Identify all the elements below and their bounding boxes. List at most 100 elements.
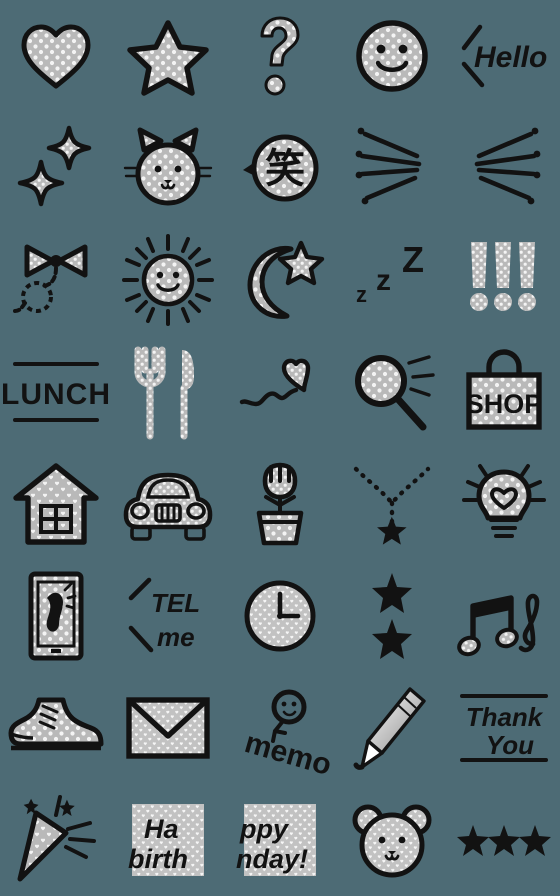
z-small: z [356, 282, 367, 307]
note-head-left [457, 635, 481, 657]
balloon [271, 689, 307, 725]
popper-star-right [59, 799, 75, 817]
focus-line-group [474, 131, 537, 201]
me-label: me [157, 622, 195, 652]
sticker-magnifier[interactable] [336, 336, 448, 448]
sparkle-small [17, 159, 65, 207]
balloon-mouth [282, 710, 297, 717]
star-top [372, 573, 412, 613]
squiggly-string [239, 387, 299, 407]
bear-eye-right [398, 836, 406, 844]
sticker-shop-bag[interactable]: SHOP [448, 336, 560, 448]
thank-label: Thank [466, 702, 544, 732]
sticker-laugh-bubble[interactable]: 笑 [224, 112, 336, 224]
star-bottom [372, 619, 412, 659]
birthday-line3: ppy [239, 814, 290, 844]
sticker-moon-star[interactable] [224, 224, 336, 336]
sticker-sneaker[interactable] [0, 672, 112, 784]
sticker-potted-tulip[interactable] [224, 448, 336, 560]
sticker-heart-balloon[interactable] [224, 336, 336, 448]
sticker-hello-text[interactable]: Hello [448, 0, 560, 112]
tel-label: TEL [151, 588, 200, 618]
star-shape [127, 20, 209, 96]
sticker-house[interactable] [0, 448, 112, 560]
memo-label: memo [241, 726, 335, 782]
phone-button [51, 649, 61, 653]
sticker-cat-face[interactable] [112, 112, 224, 224]
bracket-bottom [128, 625, 154, 653]
lunch-label: LUNCH [1, 378, 111, 411]
car-wheel-left [130, 525, 152, 541]
cat-eye-right [174, 165, 182, 173]
z-mid: z [376, 264, 391, 297]
sticker-pen[interactable] [336, 672, 448, 784]
sticker-star[interactable] [112, 0, 224, 112]
sticker-fork-knife[interactable] [112, 336, 224, 448]
birthday-line2: birth [128, 844, 188, 874]
sticker-two-stars[interactable] [336, 560, 448, 672]
birthday-line4: nday! [236, 844, 308, 874]
sticker-focus-lines-right[interactable] [336, 112, 448, 224]
laugh-kanji: 笑 [265, 147, 305, 191]
sticker-ribbon-bow[interactable] [0, 224, 112, 336]
bow-knot [50, 255, 62, 267]
sticker-birthday-left[interactable]: Ha birth [112, 784, 224, 896]
necklace-star [377, 516, 407, 545]
car-wheel-right [184, 525, 206, 541]
sticker-three-stars[interactable] [448, 784, 560, 896]
focus-dot-group [527, 127, 541, 205]
sticker-lunch-text[interactable]: LUNCH [0, 336, 112, 448]
sticker-bear-face[interactable] [336, 784, 448, 896]
sticker-heart[interactable] [0, 0, 112, 112]
sticker-birthday-right[interactable]: ppy nday! [224, 784, 336, 896]
shop-label: SHOP [466, 389, 543, 419]
sticker-star-necklace[interactable] [336, 448, 448, 560]
hello-label: Hello [474, 41, 547, 74]
sticker-party-popper[interactable] [0, 784, 112, 896]
sticker-sun-face[interactable] [112, 224, 224, 336]
bracket-top [128, 577, 152, 601]
pen-barrel [366, 687, 426, 755]
sticker-car[interactable] [112, 448, 224, 560]
clock-center [277, 613, 283, 619]
sticker-envelope[interactable] [112, 672, 224, 784]
sticker-smiley-face[interactable] [336, 0, 448, 112]
sticker-sheet: Hello 笑 z z Z LUNCH SHOP TEL me memo Tha… [0, 0, 560, 896]
popper-cone [17, 810, 69, 882]
sticker-exclamation-trio[interactable] [448, 224, 560, 336]
sticker-music-notes[interactable] [448, 560, 560, 672]
sticker-tel-me-text[interactable]: TEL me [112, 560, 224, 672]
sticker-clock[interactable] [224, 560, 336, 672]
balloon-eye-left [281, 701, 287, 707]
bow-loop [21, 281, 53, 313]
sun-eye-right [172, 271, 180, 279]
sticker-question-mark[interactable] [224, 0, 336, 112]
bulb-base [489, 518, 519, 538]
sticker-idea-bulb[interactable] [448, 448, 560, 560]
magnifier-shine [407, 355, 435, 397]
smiley-eye-right [398, 44, 408, 54]
star-left [457, 825, 489, 856]
pen-stroke [353, 762, 365, 770]
necklace-chain [353, 466, 431, 507]
sticker-sleeping-zzz[interactable]: z z Z [336, 224, 448, 336]
cat-head [135, 142, 201, 206]
sticker-sparkles[interactable] [0, 112, 112, 224]
magnifier-handle [393, 394, 427, 431]
sticker-phone-ringing[interactable] [0, 560, 112, 672]
exclamation-group [470, 242, 536, 311]
sun-eye-left [156, 271, 164, 279]
question-curve [260, 16, 300, 67]
cat-eye-left [154, 165, 162, 173]
focus-dot-group [355, 127, 369, 205]
knife-blade [182, 350, 194, 390]
sticker-thank-you-text[interactable]: Thank You [448, 672, 560, 784]
sticker-memo-text[interactable]: memo [224, 672, 336, 784]
sticker-focus-lines-left[interactable] [448, 112, 560, 224]
birthday-line1: Ha [144, 814, 179, 844]
treble-clef [518, 593, 540, 653]
note-head-right [495, 627, 519, 649]
flower-pot [256, 510, 304, 546]
sun-body [141, 253, 195, 307]
star-right [519, 825, 551, 856]
